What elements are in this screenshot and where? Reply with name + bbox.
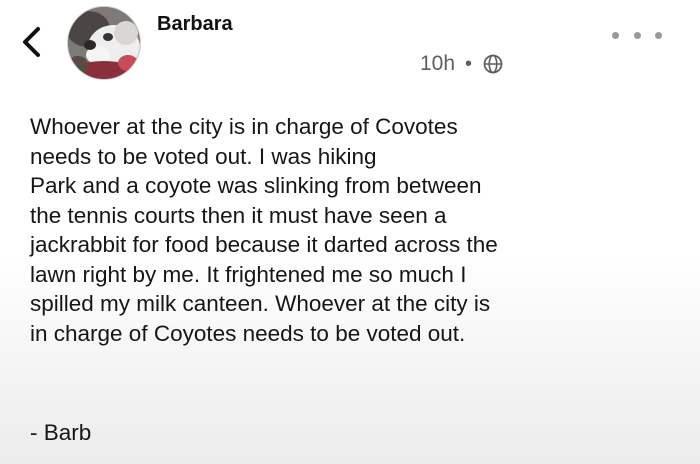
more-horizontal-icon bbox=[655, 31, 662, 39]
meta-separator: • bbox=[465, 52, 473, 75]
more-options-button[interactable] bbox=[612, 28, 662, 42]
author-name[interactable]: Barbara bbox=[157, 13, 233, 36]
post-card: Barbara 10h • Whoever at the city is in … bbox=[0, 0, 700, 464]
post-body: Whoever at the city is in charge of Covo… bbox=[30, 112, 680, 348]
post-signature: - Barb bbox=[30, 420, 92, 445]
post-body-line: jackrabbit for food because it darted ac… bbox=[30, 232, 498, 257]
back-button[interactable] bbox=[14, 20, 48, 64]
post-body-line: in charge of Coyotes needs to be voted o… bbox=[30, 320, 466, 346]
post-body-line: Whoever at the city is in charge of Covo… bbox=[30, 114, 458, 139]
more-horizontal-icon bbox=[633, 31, 641, 39]
post-body-line: Park and a coyote was slinking from betw… bbox=[30, 173, 482, 198]
post-timestamp[interactable]: 10h bbox=[420, 52, 455, 76]
avatar[interactable] bbox=[67, 6, 141, 80]
post-body-line: the tennis courts then it must have seen… bbox=[30, 202, 447, 228]
post-body-line: spilled my milk canteen. Whoever at the … bbox=[30, 291, 491, 316]
post-body-line: lawn right by me. It frightened me so mu… bbox=[30, 261, 467, 287]
chevron-left-icon bbox=[23, 27, 40, 57]
avatar-photo bbox=[68, 7, 140, 79]
post-meta: 10h • bbox=[420, 50, 504, 78]
post-body-line: needs to be voted out. I was hiking bbox=[30, 143, 377, 169]
globe-icon bbox=[483, 54, 503, 74]
more-horizontal-icon bbox=[612, 31, 619, 39]
